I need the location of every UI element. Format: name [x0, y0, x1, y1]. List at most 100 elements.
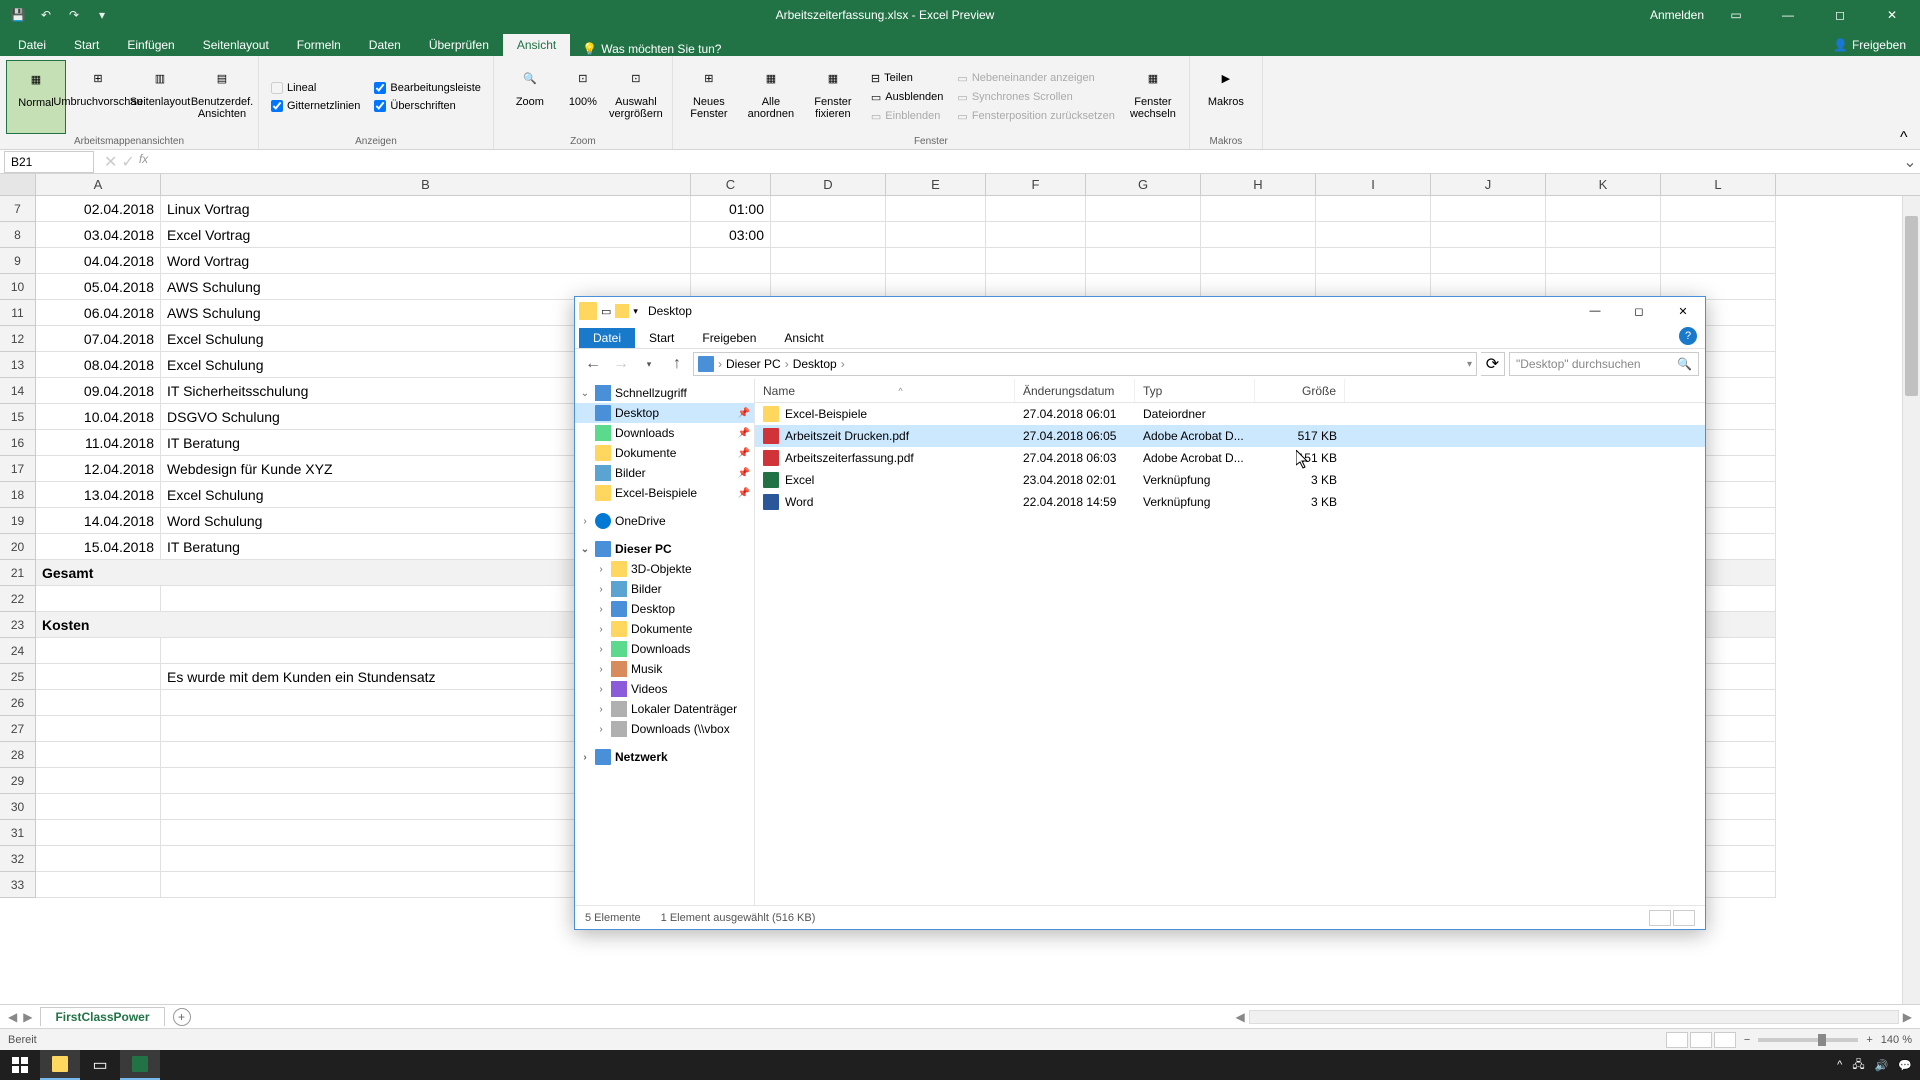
row-header[interactable]: 7 — [0, 196, 36, 222]
col-header-type[interactable]: Typ — [1135, 379, 1255, 402]
tab-start[interactable]: Start — [60, 34, 113, 56]
tree-documents[interactable]: Dokumente📌 — [575, 443, 754, 463]
column-header[interactable]: D — [771, 174, 886, 195]
cell[interactable]: 04.04.2018 — [36, 248, 161, 274]
tree-pictures[interactable]: Bilder📌 — [575, 463, 754, 483]
cell[interactable]: 11.04.2018 — [36, 430, 161, 456]
file-row[interactable]: Excel-Beispiele27.04.2018 06:01Dateiordn… — [755, 403, 1705, 425]
cell[interactable]: 13.04.2018 — [36, 482, 161, 508]
pagelayout-view-icon[interactable] — [1690, 1032, 1712, 1048]
cell[interactable] — [691, 248, 771, 274]
explorer-minimize-icon[interactable]: — — [1573, 297, 1617, 325]
bearbeitungsleiste-checkbox[interactable]: Bearbeitungsleiste — [374, 82, 481, 94]
row-header[interactable]: 29 — [0, 768, 36, 794]
view-custom-button[interactable]: ▤Benutzerdef. Ansichten — [192, 60, 252, 134]
tellme-search[interactable]: 💡 Was möchten Sie tun? — [570, 42, 733, 56]
nav-up-icon[interactable]: ↑ — [665, 352, 689, 376]
row-header[interactable]: 9 — [0, 248, 36, 274]
breadcrumb-seg[interactable]: Dieser PC — [726, 357, 781, 371]
cell[interactable] — [36, 742, 161, 768]
column-header[interactable]: F — [986, 174, 1086, 195]
cell[interactable]: Excel Vortrag — [161, 222, 691, 248]
tree-videos[interactable]: ›Videos — [575, 679, 754, 699]
row-header[interactable]: 16 — [0, 430, 36, 456]
row-header[interactable]: 19 — [0, 508, 36, 534]
zoom-slider[interactable] — [1758, 1038, 1858, 1042]
tab-formeln[interactable]: Formeln — [283, 34, 355, 56]
maximize-icon[interactable]: ◻ — [1820, 0, 1860, 30]
tab-datei[interactable]: Datei — [4, 34, 60, 56]
switch-window-button[interactable]: ▦Fenster wechseln — [1123, 60, 1183, 134]
cell[interactable] — [1316, 248, 1431, 274]
exp-tab-start[interactable]: Start — [635, 328, 688, 348]
row-header[interactable]: 11 — [0, 300, 36, 326]
cell[interactable]: 10.04.2018 — [36, 404, 161, 430]
cell[interactable]: 08.04.2018 — [36, 352, 161, 378]
nav-back-icon[interactable]: ← — [581, 352, 605, 376]
sheet-next-icon[interactable]: ▶ — [23, 1010, 32, 1024]
row-header[interactable]: 18 — [0, 482, 36, 508]
cell[interactable] — [1201, 222, 1316, 248]
taskbar-excel[interactable] — [120, 1050, 160, 1080]
ribbon-options-icon[interactable]: ▭ — [1716, 0, 1756, 30]
save-icon[interactable]: 💾 — [8, 5, 28, 25]
row-header[interactable]: 23 — [0, 612, 36, 638]
exp-qat-dropdown-icon[interactable]: ▾ — [633, 306, 638, 317]
cell[interactable]: Linux Vortrag — [161, 196, 691, 222]
hide-button[interactable]: ▭Ausblenden — [871, 91, 944, 104]
start-button[interactable] — [0, 1050, 40, 1080]
cell[interactable] — [36, 638, 161, 664]
cell[interactable]: 06.04.2018 — [36, 300, 161, 326]
new-window-button[interactable]: ⊞Neues Fenster — [679, 60, 739, 134]
undo-icon[interactable]: ↶ — [36, 5, 56, 25]
cell[interactable] — [1086, 196, 1201, 222]
column-header[interactable]: E — [886, 174, 986, 195]
col-header-size[interactable]: Größe — [1255, 379, 1345, 402]
redo-icon[interactable]: ↷ — [64, 5, 84, 25]
explorer-close-icon[interactable]: ✕ — [1661, 297, 1705, 325]
cell[interactable] — [1431, 222, 1546, 248]
tab-ansicht[interactable]: Ansicht — [503, 34, 570, 56]
hscroll-right-icon[interactable]: ▶ — [1903, 1010, 1912, 1024]
cell[interactable] — [36, 794, 161, 820]
cell[interactable] — [1546, 248, 1661, 274]
zoom-level[interactable]: 140 % — [1881, 1034, 1912, 1046]
view-pagelayout-button[interactable]: ▥Seitenlayout — [130, 60, 190, 134]
exp-qat-icon[interactable]: ▭ — [601, 305, 611, 318]
cell[interactable] — [36, 690, 161, 716]
cell[interactable] — [1431, 196, 1546, 222]
explorer-maximize-icon[interactable]: ◻ — [1617, 297, 1661, 325]
view-pagebreak-button[interactable]: ⊞Umbruchvorschau — [68, 60, 128, 134]
tree-thispc[interactable]: ⌄Dieser PC — [575, 539, 754, 559]
hscroll-left-icon[interactable]: ◀ — [1236, 1010, 1245, 1024]
cell[interactable] — [36, 820, 161, 846]
tree-excelbeispiele[interactable]: Excel-Beispiele📌 — [575, 483, 754, 503]
select-all-corner[interactable] — [0, 174, 36, 195]
cell[interactable]: Word Vortrag — [161, 248, 691, 274]
row-header[interactable]: 15 — [0, 404, 36, 430]
cell[interactable] — [36, 716, 161, 742]
tab-seitenlayout[interactable]: Seitenlayout — [189, 34, 283, 56]
zoom-in-icon[interactable]: + — [1866, 1034, 1872, 1046]
tree-desktop[interactable]: Desktop📌 — [575, 403, 754, 423]
collapse-ribbon-icon[interactable]: ^ — [1900, 129, 1916, 145]
unhide-button[interactable]: ▭Einblenden — [871, 110, 944, 123]
expand-formula-icon[interactable]: ⌄ — [1900, 152, 1920, 172]
column-header[interactable]: L — [1661, 174, 1776, 195]
details-view-icon[interactable] — [1649, 910, 1671, 926]
fx-icon[interactable]: fx — [139, 152, 148, 172]
tray-chevron-icon[interactable]: ^ — [1837, 1059, 1842, 1071]
cell[interactable] — [1201, 248, 1316, 274]
row-header[interactable]: 25 — [0, 664, 36, 690]
row-header[interactable]: 33 — [0, 872, 36, 898]
vertical-scrollbar[interactable] — [1902, 196, 1920, 1004]
gitter-checkbox[interactable]: Gitternetzlinien — [271, 100, 360, 112]
taskbar-app[interactable]: ▭ — [80, 1050, 120, 1080]
row-header[interactable]: 26 — [0, 690, 36, 716]
cell[interactable] — [1316, 196, 1431, 222]
cell[interactable] — [771, 222, 886, 248]
cell[interactable] — [771, 248, 886, 274]
cell[interactable] — [1086, 222, 1201, 248]
lineal-checkbox[interactable]: Lineal — [271, 82, 360, 94]
tree-documents2[interactable]: ›Dokumente — [575, 619, 754, 639]
